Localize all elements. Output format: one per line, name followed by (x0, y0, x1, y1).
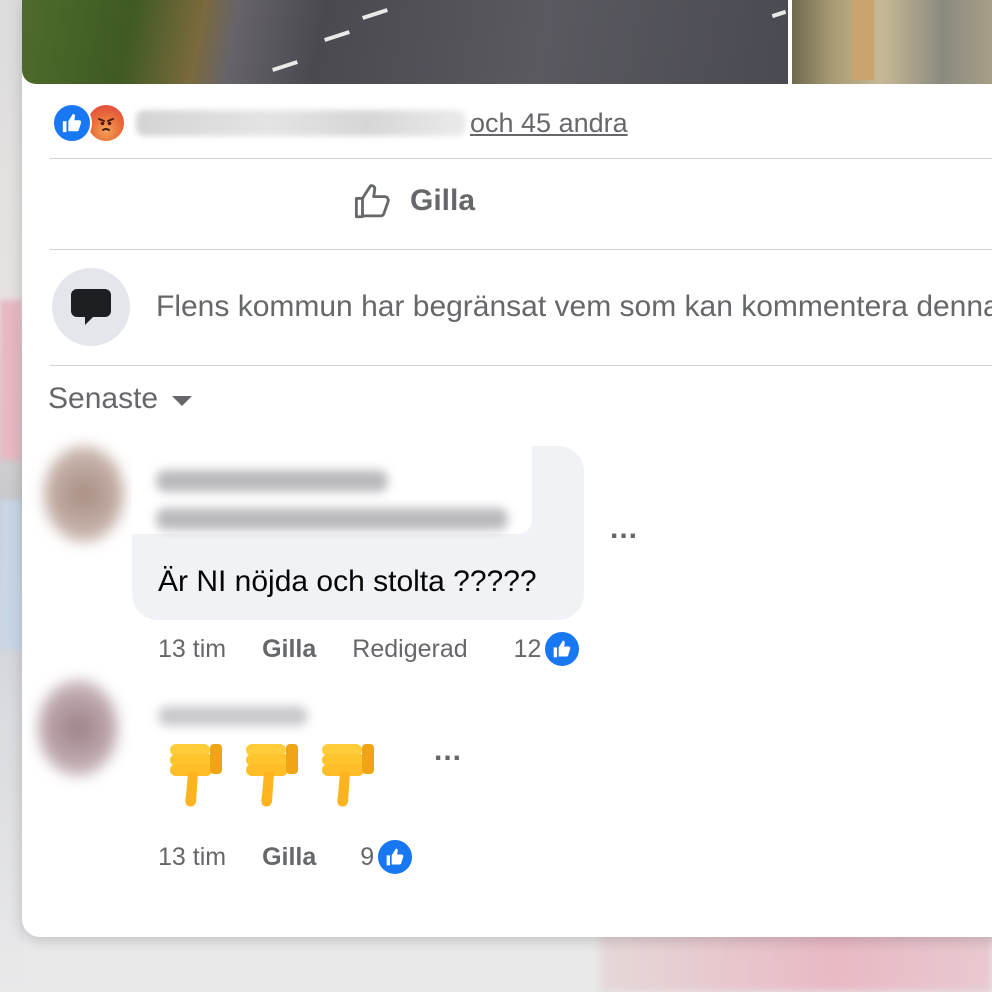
thumbs-down-icon (170, 744, 222, 807)
like-button[interactable]: Gilla (352, 180, 475, 222)
comment-author-name[interactable] (156, 470, 388, 492)
like-count-value: 9 (360, 842, 375, 871)
comment-timestamp[interactable]: 13 tim (158, 843, 226, 872)
comment-like-button[interactable]: Gilla (262, 635, 316, 664)
avatar[interactable] (44, 446, 124, 542)
divider (50, 365, 992, 366)
angry-icon (86, 103, 126, 143)
divider (50, 249, 992, 250)
thumbs-down-icon (246, 744, 298, 807)
road-marking (362, 8, 388, 20)
comment-meta: 13 tim Gilla Redigerad 12 (158, 630, 582, 668)
background-blur (0, 300, 22, 460)
edited-label[interactable]: Redigerad (352, 635, 467, 664)
like-icon (52, 103, 92, 143)
comment-author-name[interactable] (158, 706, 308, 726)
comment-meta: 13 tim Gilla 9 (158, 838, 415, 876)
comment-sort-dropdown[interactable]: Senaste (48, 382, 193, 416)
road-marking (272, 60, 298, 72)
like-icon (543, 630, 582, 668)
road-marking (771, 9, 787, 19)
thumbs-up-outline-icon (354, 184, 390, 219)
reactions-others-link[interactable]: och 45 andra (470, 108, 628, 139)
road-marking (324, 30, 350, 42)
background-blur (0, 500, 22, 650)
comment-timestamp[interactable]: 13 tim (158, 635, 226, 664)
restriction-text: Flens kommun har begränsat vem som kan k… (156, 290, 992, 323)
like-icon (376, 838, 415, 876)
post-photo[interactable] (22, 0, 788, 84)
avatar[interactable] (38, 680, 118, 776)
sort-label: Senaste (48, 382, 159, 415)
comment-author-title (156, 508, 508, 530)
caret-down-icon (172, 396, 193, 406)
blurred-names (136, 110, 466, 136)
comment-like-button[interactable]: Gilla (262, 843, 316, 872)
photo-detail (852, 0, 874, 80)
comment-bubble-icon (52, 268, 130, 346)
reactions-summary[interactable]: och 45 andra (52, 102, 628, 144)
divider (50, 158, 992, 159)
comment-like-count[interactable]: 12 (514, 630, 582, 668)
comment-emoji (166, 742, 394, 810)
comment-more-button[interactable]: ... (610, 512, 638, 546)
post-card: och 45 andra Gilla Flens kommun har begr… (22, 0, 992, 937)
like-count-value: 12 (513, 634, 542, 663)
post-photo[interactable] (792, 0, 992, 84)
like-button-label: Gilla (410, 184, 476, 217)
background-blur (600, 930, 992, 992)
comment-restriction-notice: Flens kommun har begränsat vem som kan k… (52, 268, 992, 346)
comment-like-count[interactable]: 9 (360, 838, 415, 876)
comment-more-button[interactable]: ... (434, 734, 462, 768)
background-left (0, 0, 24, 992)
comment-text: Är NI nöjda och stolta ????? (158, 565, 537, 598)
thumbs-down-icon (322, 744, 374, 807)
